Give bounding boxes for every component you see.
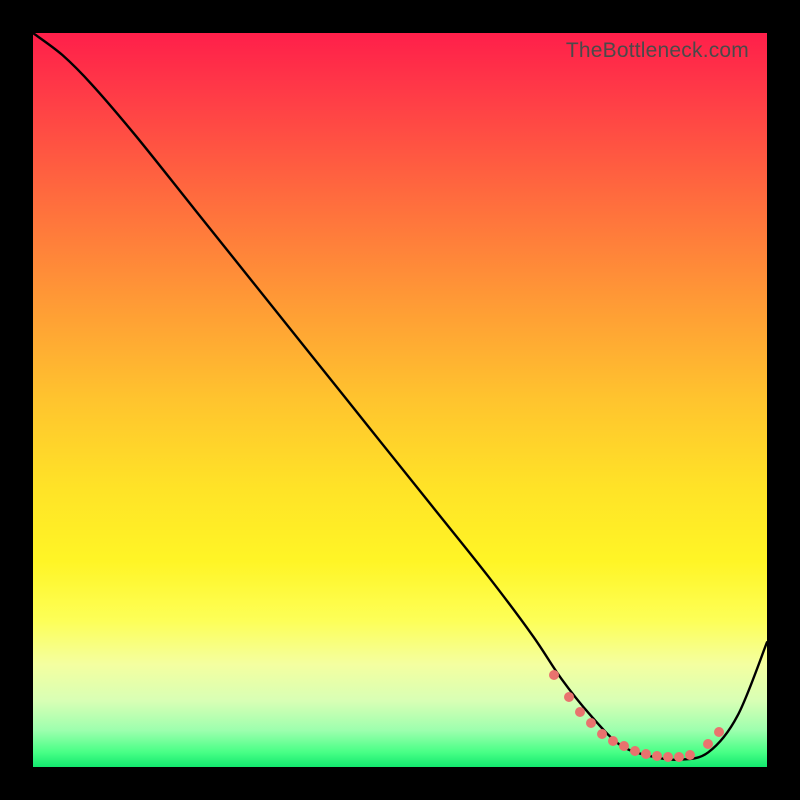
highlight-marker (608, 736, 618, 746)
highlight-marker (619, 741, 629, 751)
highlight-marker (674, 752, 684, 762)
highlight-marker (685, 750, 695, 760)
highlight-marker (703, 739, 713, 749)
highlight-marker (630, 746, 640, 756)
chart-frame: TheBottleneck.com (0, 0, 800, 800)
highlight-marker (549, 670, 559, 680)
highlight-marker (564, 692, 574, 702)
highlight-marker (652, 751, 662, 761)
watermark-text: TheBottleneck.com (566, 39, 749, 63)
highlight-marker (714, 727, 724, 737)
chart-plot-area: TheBottleneck.com (33, 33, 767, 767)
curve-line (33, 33, 767, 767)
highlight-marker (575, 707, 585, 717)
highlight-marker (597, 729, 607, 739)
highlight-marker (586, 718, 596, 728)
highlight-marker (641, 749, 651, 759)
highlight-marker (663, 752, 673, 762)
